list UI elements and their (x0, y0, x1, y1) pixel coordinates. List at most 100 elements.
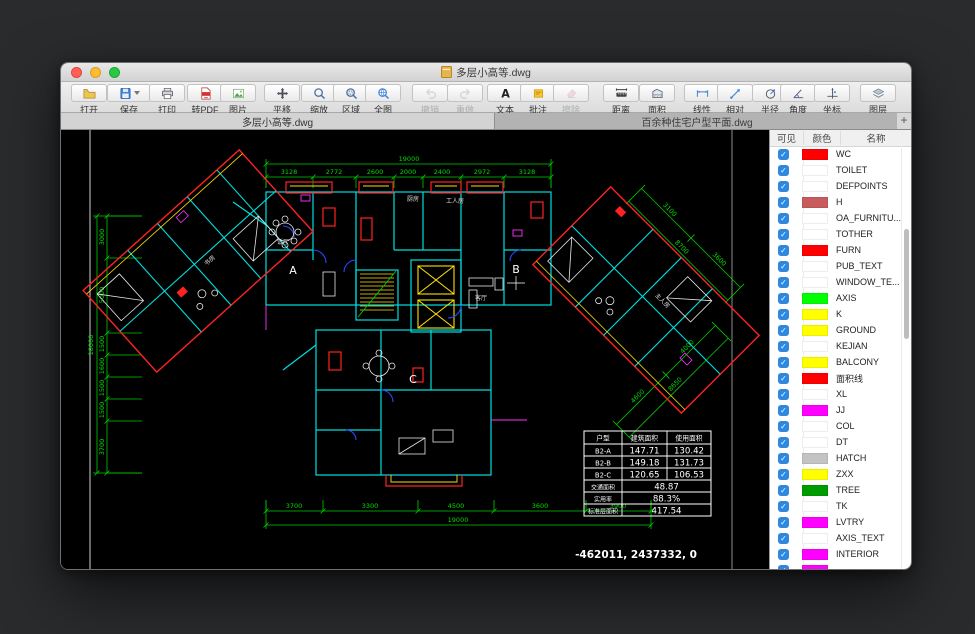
layer-color-swatch[interactable] (802, 261, 828, 272)
layer-visible-checkbox[interactable]: ✓ (778, 341, 789, 352)
layer-color-swatch[interactable] (802, 437, 828, 448)
layer-color-swatch[interactable] (802, 517, 828, 528)
layer-row[interactable]: ✓面积线 (770, 370, 911, 386)
toolbar-zoom-button[interactable]: 缩放 (301, 84, 337, 116)
tab-inactive-document[interactable]: 百余种住宅户型平面.dwg (495, 113, 900, 129)
layer-color-swatch[interactable] (802, 341, 828, 352)
layer-row[interactable]: ✓H (770, 194, 911, 210)
layer-visible-checkbox[interactable]: ✓ (778, 229, 789, 240)
layer-visible-checkbox[interactable]: ✓ (778, 517, 789, 528)
layer-color-swatch[interactable] (802, 373, 828, 384)
layer-row[interactable]: ✓LVTRY (770, 514, 911, 530)
layer-color-swatch[interactable] (802, 501, 828, 512)
layer-color-swatch[interactable] (802, 197, 828, 208)
layer-color-swatch[interactable] (802, 565, 828, 571)
layer-color-swatch[interactable] (802, 293, 828, 304)
layer-visible-checkbox[interactable]: ✓ (778, 309, 789, 320)
layer-visible-checkbox[interactable]: ✓ (778, 325, 789, 336)
layer-visible-checkbox[interactable]: ✓ (778, 277, 789, 288)
layer-row[interactable]: ✓JJ (770, 402, 911, 418)
layer-row[interactable]: ✓WINDOW_TE... (770, 274, 911, 290)
layer-row[interactable]: ✓PUB_TEXT (770, 258, 911, 274)
layer-visible-checkbox[interactable]: ✓ (778, 261, 789, 272)
layer-color-swatch[interactable] (802, 405, 828, 416)
layer-color-swatch[interactable] (802, 469, 828, 480)
layer-color-swatch[interactable] (802, 213, 828, 224)
layer-visible-checkbox[interactable]: ✓ (778, 389, 789, 400)
layer-row[interactable]: ✓ZXX (770, 466, 911, 482)
layer-row[interactable]: ✓TOILET (770, 162, 911, 178)
layer-row[interactable]: ✓HATCH (770, 450, 911, 466)
layer-visible-checkbox[interactable]: ✓ (778, 485, 789, 496)
panel-scrollbar[interactable] (904, 229, 909, 339)
toolbar-save-button[interactable]: 保存 (107, 84, 151, 116)
layer-row[interactable]: ✓GROUND (770, 322, 911, 338)
layer-visible-checkbox[interactable]: ✓ (778, 533, 789, 544)
layer-color-swatch[interactable] (802, 325, 828, 336)
layer-row[interactable]: ✓AXIS (770, 290, 911, 306)
layer-color-swatch[interactable] (802, 149, 828, 160)
layer-visible-checkbox[interactable]: ✓ (778, 453, 789, 464)
toolbar-area-button[interactable]: 面积 (639, 84, 675, 116)
toolbar-print-button[interactable]: 打印 (149, 84, 185, 116)
layer-visible-checkbox[interactable]: ✓ (778, 437, 789, 448)
layer-row[interactable]: ✓ (770, 562, 911, 570)
layer-color-swatch[interactable] (802, 389, 828, 400)
layer-visible-checkbox[interactable]: ✓ (778, 165, 789, 176)
layer-visible-checkbox[interactable]: ✓ (778, 501, 789, 512)
layer-color-swatch[interactable] (802, 309, 828, 320)
toolbar-distance-button[interactable]: 距离 (603, 84, 639, 116)
layer-color-swatch[interactable] (802, 533, 828, 544)
layer-color-swatch[interactable] (802, 245, 828, 256)
layer-visible-checkbox[interactable]: ✓ (778, 213, 789, 224)
layer-color-swatch[interactable] (802, 421, 828, 432)
toolbar-image-button[interactable]: 图片 (220, 84, 256, 116)
layer-visible-checkbox[interactable]: ✓ (778, 357, 789, 368)
layer-row[interactable]: ✓KEJIAN (770, 338, 911, 354)
layer-row[interactable]: ✓DEFPOINTS (770, 178, 911, 194)
layer-row[interactable]: ✓COL (770, 418, 911, 434)
toolbar-relative-button[interactable]: 相对 (717, 84, 753, 116)
toolbar-linear-button[interactable]: 线性 (684, 84, 720, 116)
toolbar-coordinate-button[interactable]: 坐标 (814, 84, 850, 116)
layer-visible-checkbox[interactable]: ✓ (778, 405, 789, 416)
toolbar-text-button[interactable]: A文本 (487, 84, 523, 116)
tab-active-document[interactable]: 多层小高等.dwg (61, 113, 495, 129)
layer-visible-checkbox[interactable]: ✓ (778, 565, 789, 571)
layer-row[interactable]: ✓K (770, 306, 911, 322)
layer-color-swatch[interactable] (802, 277, 828, 288)
toolbar-angle-button[interactable]: 角度 (780, 84, 816, 116)
layer-visible-checkbox[interactable]: ✓ (778, 197, 789, 208)
layer-color-swatch[interactable] (802, 165, 828, 176)
toolbar-note-button[interactable]: 批注 (520, 84, 556, 116)
layer-row[interactable]: ✓TK (770, 498, 911, 514)
toolbar-zoom-all-button[interactable]: 全图 (365, 84, 401, 116)
titlebar[interactable]: 多层小高等.dwg (61, 63, 911, 82)
new-tab-button[interactable]: + (897, 113, 911, 129)
layer-row[interactable]: ✓INTERIOR (770, 546, 911, 562)
layer-visible-checkbox[interactable]: ✓ (778, 469, 789, 480)
layer-row[interactable]: ✓TOTHER (770, 226, 911, 242)
layer-visible-checkbox[interactable]: ✓ (778, 373, 789, 384)
drawing-canvas[interactable]: 19000 19000 18000 8700 31003600 8650 460… (61, 130, 769, 570)
layer-row[interactable]: ✓FURN (770, 242, 911, 258)
layer-row[interactable]: ✓XL (770, 386, 911, 402)
layer-row[interactable]: ✓OA_FURNITU... (770, 210, 911, 226)
layer-visible-checkbox[interactable]: ✓ (778, 549, 789, 560)
layer-visible-checkbox[interactable]: ✓ (778, 293, 789, 304)
layer-row[interactable]: ✓DT (770, 434, 911, 450)
layer-color-swatch[interactable] (802, 485, 828, 496)
toolbar-pan-button[interactable]: 平移 (264, 84, 300, 116)
layer-row[interactable]: ✓TREE (770, 482, 911, 498)
toolbar-layers-button[interactable]: 图层 (860, 84, 896, 116)
chevron-down-icon[interactable] (134, 91, 140, 95)
layer-visible-checkbox[interactable]: ✓ (778, 181, 789, 192)
toolbar-zoom-area-button[interactable]: 区域 (333, 84, 369, 116)
layer-visible-checkbox[interactable]: ✓ (778, 149, 789, 160)
layer-color-swatch[interactable] (802, 357, 828, 368)
layer-row[interactable]: ✓WC (770, 146, 911, 162)
layer-visible-checkbox[interactable]: ✓ (778, 245, 789, 256)
toolbar-pdf-button[interactable]: 转PDF (187, 84, 223, 116)
toolbar-open-button[interactable]: 打开 (71, 84, 107, 116)
layer-row[interactable]: ✓BALCONY (770, 354, 911, 370)
